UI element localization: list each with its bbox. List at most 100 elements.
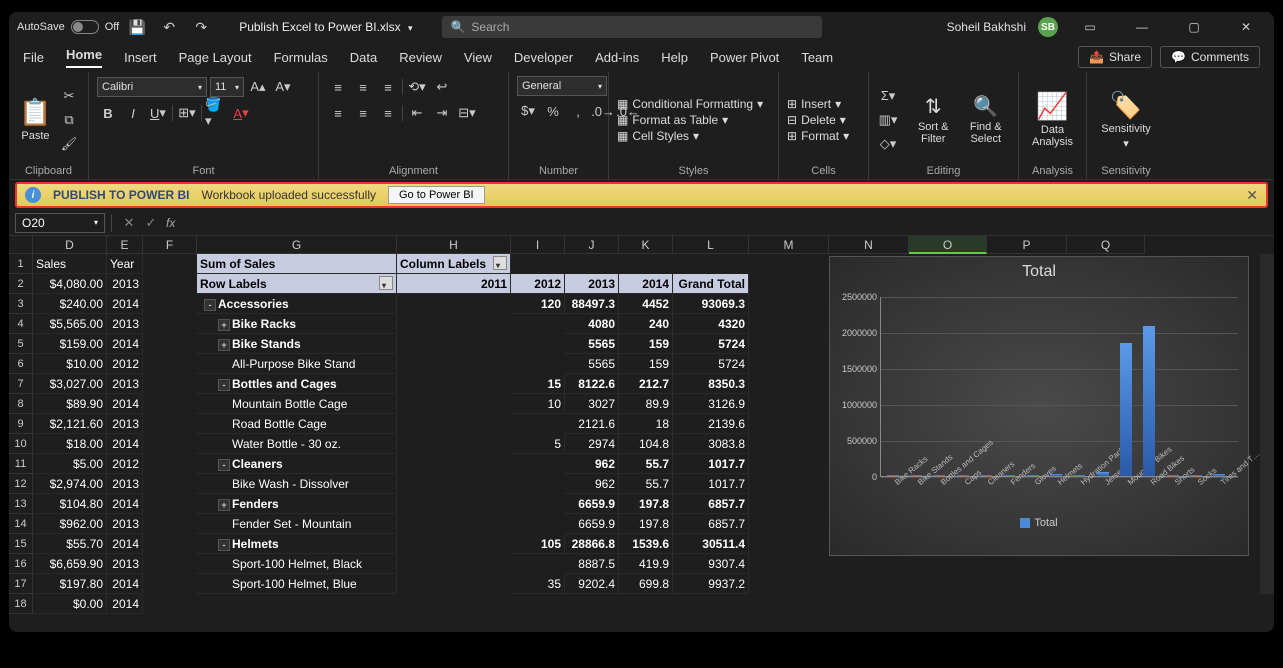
search-box[interactable]: 🔍 Search [442,16,822,38]
formula-input[interactable] [179,213,1274,233]
msgbar-close-icon[interactable]: ✕ [1246,187,1258,204]
cell-D10[interactable]: $18.00 [33,434,107,454]
share-button[interactable]: 📤 Share [1078,46,1152,68]
tab-insert[interactable]: Insert [124,50,157,65]
cell-J5[interactable]: 5565 [565,334,619,354]
cell-K16[interactable]: 419.9 [619,554,673,574]
cell-L8[interactable]: 3126.9 [673,394,749,414]
row-header-9[interactable]: 9 [9,414,33,434]
col-header-G[interactable]: G [197,236,397,254]
cell-J2[interactable]: 2013 [565,274,619,294]
paste-button[interactable]: 📋 Paste [17,97,54,142]
cell-J9[interactable]: 2121.6 [565,414,619,434]
row-header-16[interactable]: 16 [9,554,33,574]
redo-icon[interactable]: ↷ [187,13,215,41]
cell-E1[interactable]: Year [107,254,143,274]
cell-E3[interactable]: 2014 [107,294,143,314]
cell-D15[interactable]: $55.70 [33,534,107,554]
col-header-F[interactable]: F [143,236,197,254]
cell-G12[interactable]: Bike Wash - Dissolver [197,474,397,494]
cell-J7[interactable]: 8122.6 [565,374,619,394]
cell-K5[interactable]: 159 [619,334,673,354]
vertical-scrollbar[interactable] [1260,254,1274,594]
cell-E15[interactable]: 2014 [107,534,143,554]
minimize-icon[interactable]: — [1122,13,1162,41]
name-box[interactable]: O20▾ [15,213,105,233]
fill-icon[interactable]: ▥▾ [877,109,899,131]
row-header-10[interactable]: 10 [9,434,33,454]
select-all-corner[interactable] [9,236,33,254]
cell-G5[interactable]: +Bike Stands [197,334,397,354]
fill-color-icon[interactable]: 🪣▾ [205,102,227,124]
cell-L11[interactable]: 1017.7 [673,454,749,474]
cell-G16[interactable]: Sport-100 Helmet, Black [197,554,397,574]
cell-I17[interactable]: 35 [511,574,565,594]
cell-D18[interactable]: $0.00 [33,594,107,614]
row-header-5[interactable]: 5 [9,334,33,354]
cell-K12[interactable]: 55.7 [619,474,673,494]
cell-L13[interactable]: 6857.7 [673,494,749,514]
cell-D7[interactable]: $3,027.00 [33,374,107,394]
cell-K7[interactable]: 212.7 [619,374,673,394]
row-header-6[interactable]: 6 [9,354,33,374]
undo-icon[interactable]: ↶ [155,13,183,41]
font-color-icon[interactable]: A▾ [230,102,252,124]
row-header-18[interactable]: 18 [9,594,33,614]
row-header-1[interactable]: 1 [9,254,33,274]
cell-L6[interactable]: 5724 [673,354,749,374]
cell-L14[interactable]: 6857.7 [673,514,749,534]
cell-L16[interactable]: 9307.4 [673,554,749,574]
cell-E11[interactable]: 2012 [107,454,143,474]
cell-E14[interactable]: 2013 [107,514,143,534]
border-icon[interactable]: ⊞▾ [176,102,198,124]
tab-page-layout[interactable]: Page Layout [179,50,252,65]
tab-add-ins[interactable]: Add-ins [595,50,639,65]
close-icon[interactable]: ✕ [1226,13,1266,41]
cell-G6[interactable]: All-Purpose Bike Stand [197,354,397,374]
cell-H1[interactable]: Column Labels [397,254,511,274]
increase-font-icon[interactable]: A▴ [247,76,269,98]
tab-data[interactable]: Data [350,50,377,65]
cell-K9[interactable]: 18 [619,414,673,434]
cell-K8[interactable]: 89.9 [619,394,673,414]
cell-L10[interactable]: 3083.8 [673,434,749,454]
cell-G10[interactable]: Water Bottle - 30 oz. [197,434,397,454]
comments-button[interactable]: 💬 Comments [1160,46,1260,68]
row-header-14[interactable]: 14 [9,514,33,534]
font-name-select[interactable]: Calibri▾ [97,77,207,97]
tab-formulas[interactable]: Formulas [274,50,328,65]
percent-icon[interactable]: % [542,100,564,122]
cell-J13[interactable]: 6659.9 [565,494,619,514]
cell-E17[interactable]: 2014 [107,574,143,594]
cell-I15[interactable]: 105 [511,534,565,554]
cell-I8[interactable]: 10 [511,394,565,414]
cell-J4[interactable]: 4080 [565,314,619,334]
cell-J6[interactable]: 5565 [565,354,619,374]
col-header-L[interactable]: L [673,236,749,254]
align-middle-icon[interactable]: ≡ [352,76,374,98]
cell-L5[interactable]: 5724 [673,334,749,354]
row-header-13[interactable]: 13 [9,494,33,514]
row-header-12[interactable]: 12 [9,474,33,494]
currency-icon[interactable]: $▾ [517,100,539,122]
cell-I2[interactable]: 2012 [511,274,565,294]
cell-D14[interactable]: $962.00 [33,514,107,534]
cell-G9[interactable]: Road Bottle Cage [197,414,397,434]
cell-K6[interactable]: 159 [619,354,673,374]
row-header-8[interactable]: 8 [9,394,33,414]
cell-E9[interactable]: 2013 [107,414,143,434]
cell-G2[interactable]: Row Labels [197,274,397,294]
orientation-icon[interactable]: ⟲▾ [406,76,428,98]
font-size-select[interactable]: 11▾ [210,77,244,97]
cell-D13[interactable]: $104.80 [33,494,107,514]
col-header-N[interactable]: N [829,236,909,254]
col-header-K[interactable]: K [619,236,673,254]
col-header-D[interactable]: D [33,236,107,254]
cell-J8[interactable]: 3027 [565,394,619,414]
delete-cells-button[interactable]: ⊟Delete▾ [787,113,849,127]
cell-E10[interactable]: 2014 [107,434,143,454]
cell-G15[interactable]: -Helmets [197,534,397,554]
cell-E18[interactable]: 2014 [107,594,143,614]
cell-K14[interactable]: 197.8 [619,514,673,534]
row-header-2[interactable]: 2 [9,274,33,294]
